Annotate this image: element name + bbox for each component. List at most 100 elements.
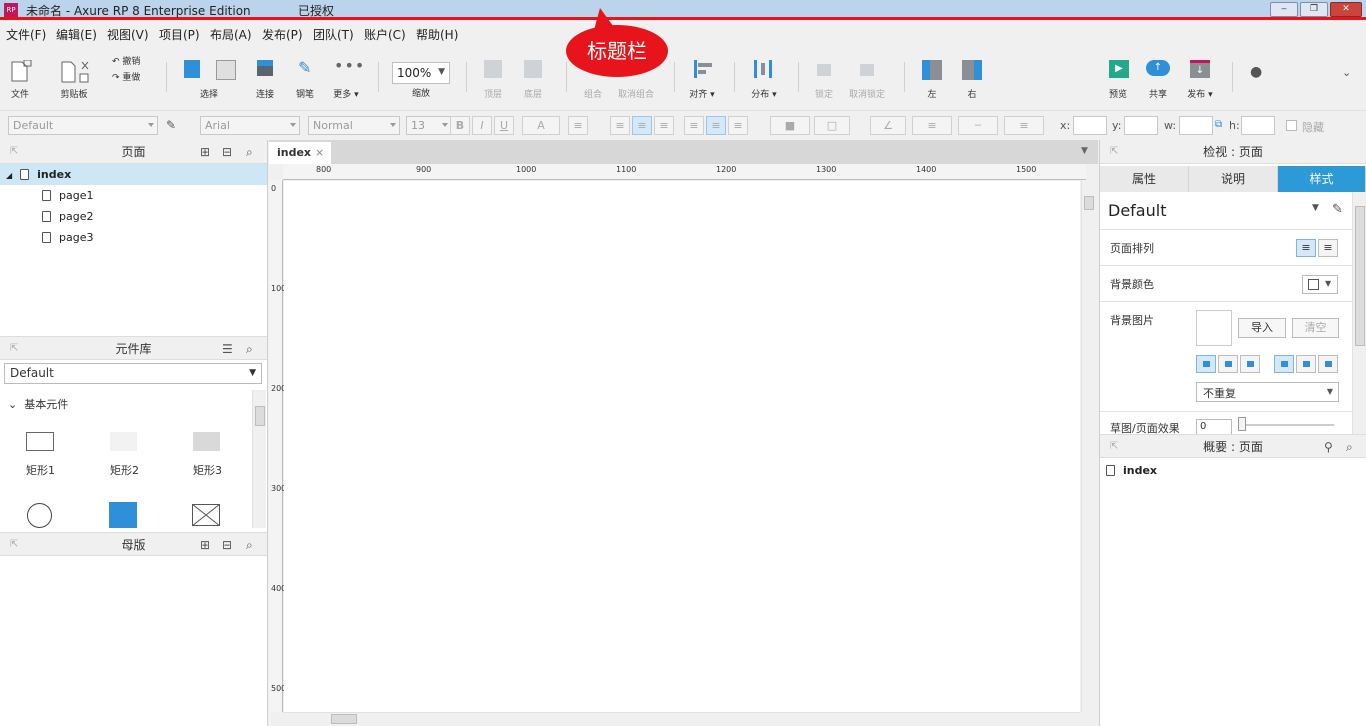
italic-button[interactable]: I: [472, 116, 492, 135]
file-button[interactable]: 文件: [6, 56, 34, 100]
undo-button[interactable]: ↶ 撤销: [112, 54, 152, 68]
sketch-slider[interactable]: [1238, 424, 1334, 426]
library-select[interactable]: Default ▼: [4, 363, 262, 384]
shadow-button[interactable]: □: [814, 116, 850, 135]
w-input[interactable]: [1179, 116, 1213, 135]
style-manager-icon[interactable]: ✎: [1332, 202, 1343, 217]
scroll-thumb[interactable]: [1084, 196, 1094, 210]
search-icon[interactable]: ⌕: [246, 140, 253, 164]
search-icon[interactable]: ⌕: [1346, 435, 1353, 459]
more-tools-button[interactable]: ••• 更多 ▾: [330, 56, 364, 100]
unlock-button[interactable]: 取消锁定: [846, 56, 888, 100]
y-input[interactable]: [1124, 116, 1158, 135]
bring-to-front-button[interactable]: 顶层: [478, 56, 508, 100]
close-button[interactable]: ✕: [1330, 2, 1362, 17]
menu-view[interactable]: 视图(V): [107, 26, 149, 43]
valign-top-button[interactable]: ≡: [684, 116, 704, 135]
image-widget[interactable]: [109, 502, 137, 528]
x-input[interactable]: [1073, 116, 1107, 135]
rectangle1-widget[interactable]: [26, 432, 54, 451]
image-align-top-right[interactable]: [1240, 355, 1260, 373]
outline-item[interactable]: index: [1100, 460, 1366, 481]
menu-file[interactable]: 文件(F): [6, 26, 46, 43]
send-to-back-button[interactable]: 底层: [518, 56, 548, 100]
link-ratio-icon[interactable]: ⧉: [1215, 119, 1222, 130]
menu-icon[interactable]: ☰: [222, 337, 233, 361]
add-folder-icon[interactable]: ⊟: [222, 533, 232, 557]
pin-icon[interactable]: ⇱: [10, 337, 18, 361]
add-page-icon[interactable]: ⊞: [200, 140, 210, 164]
menu-publish[interactable]: 发布(P): [262, 26, 303, 43]
clipboard-button[interactable]: 剪贴板: [56, 56, 92, 100]
share-button[interactable]: ↑ 共享: [1144, 56, 1172, 100]
page-tree-root[interactable]: ◢ index: [0, 164, 267, 185]
import-button[interactable]: 导入: [1238, 318, 1286, 338]
restore-button[interactable]: ❐: [1300, 2, 1328, 17]
scroll-thumb[interactable]: [255, 406, 265, 426]
inspector-scrollbar[interactable]: [1352, 192, 1366, 434]
line-color-button[interactable]: ∠: [870, 116, 906, 135]
valign-middle-button[interactable]: ≡: [706, 116, 726, 135]
placeholder-widget[interactable]: [192, 504, 220, 526]
tab-properties[interactable]: 属性: [1100, 166, 1189, 192]
h-input[interactable]: [1241, 116, 1275, 135]
bold-button[interactable]: B: [450, 116, 470, 135]
style-select[interactable]: Default: [8, 116, 158, 135]
arrow-style-button[interactable]: ≡: [1004, 116, 1044, 135]
distribute-button[interactable]: 分布 ▾: [746, 56, 782, 100]
image-valign-middle[interactable]: [1296, 355, 1316, 373]
filter-icon[interactable]: ⚲: [1324, 435, 1333, 459]
font-weight-select[interactable]: Normal: [308, 116, 400, 135]
hidden-checkbox[interactable]: [1286, 120, 1297, 131]
library-section-header[interactable]: ⌄ 基本元件: [8, 396, 68, 412]
pen-tool[interactable]: ✎ 钢笔: [292, 56, 318, 100]
image-align-top-center[interactable]: [1218, 355, 1238, 373]
image-repeat-select[interactable]: 不重复 ▼: [1196, 382, 1339, 402]
pin-icon[interactable]: ⇱: [10, 140, 18, 164]
search-icon[interactable]: ⌕: [246, 533, 253, 557]
pin-icon[interactable]: ⇱: [10, 533, 18, 557]
scroll-thumb[interactable]: [331, 714, 357, 724]
menu-help[interactable]: 帮助(H): [416, 26, 458, 43]
page-style-name[interactable]: Default: [1108, 201, 1166, 220]
select-tool[interactable]: 选择: [178, 56, 240, 100]
canvas-vscrollbar[interactable]: [1081, 180, 1095, 712]
page-tree-item[interactable]: page3: [0, 227, 267, 248]
font-size-select[interactable]: 13: [406, 116, 452, 135]
add-master-icon[interactable]: ⊞: [200, 533, 210, 557]
line-style-button[interactable]: ┄: [958, 116, 998, 135]
background-color-picker[interactable]: ▼: [1302, 275, 1338, 294]
align-left-text-button[interactable]: ≡: [610, 116, 630, 135]
image-valign-bottom[interactable]: [1318, 355, 1338, 373]
minimize-button[interactable]: ‒: [1270, 2, 1298, 17]
slider-thumb[interactable]: [1238, 417, 1246, 431]
ellipse-widget[interactable]: [27, 503, 52, 528]
tab-notes[interactable]: 说明: [1189, 166, 1278, 192]
image-valign-top[interactable]: [1274, 355, 1294, 373]
design-canvas[interactable]: [284, 181, 1080, 712]
page-tab-index[interactable]: index ×: [269, 142, 331, 164]
right-button[interactable]: 右: [958, 56, 986, 100]
sketch-value-input[interactable]: 0: [1196, 419, 1232, 435]
lock-button[interactable]: 锁定: [810, 56, 838, 100]
line-width-button[interactable]: ≡: [912, 116, 952, 135]
tab-style[interactable]: 样式: [1278, 166, 1366, 192]
pin-icon[interactable]: ⇱: [1110, 140, 1118, 164]
canvas-hscrollbar[interactable]: [283, 712, 1080, 726]
menu-layout[interactable]: 布局(A): [210, 26, 252, 43]
page-tree-item[interactable]: page1: [0, 185, 267, 206]
menu-edit[interactable]: 编辑(E): [56, 26, 97, 43]
user-icon[interactable]: ●: [1250, 64, 1262, 80]
chevron-down-icon[interactable]: ▼: [1081, 146, 1088, 156]
align-center-text-button[interactable]: ≡: [632, 116, 652, 135]
clear-button[interactable]: 清空: [1292, 318, 1339, 338]
search-icon[interactable]: ⌕: [246, 337, 253, 361]
library-scrollbar[interactable]: [252, 390, 266, 528]
chevron-down-icon[interactable]: ▼: [1312, 203, 1319, 213]
font-color-button[interactable]: A: [522, 116, 560, 135]
valign-bottom-button[interactable]: ≡: [728, 116, 748, 135]
bullet-list-button[interactable]: ≡: [568, 116, 588, 135]
close-tab-icon[interactable]: ×: [315, 142, 324, 164]
align-button[interactable]: 对齐 ▾: [684, 56, 720, 100]
fill-color-button[interactable]: ■: [770, 116, 810, 135]
